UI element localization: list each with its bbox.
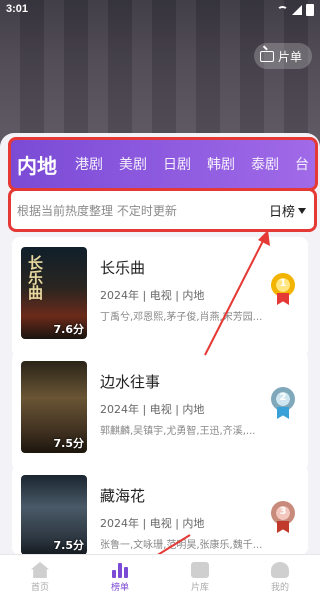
caret-down-icon	[298, 207, 306, 214]
bronze-medal-icon: 3	[270, 501, 296, 533]
tab-hk[interactable]: 港剧	[75, 154, 103, 174]
rank-number: 1	[279, 278, 287, 289]
tab-jp[interactable]: 日剧	[163, 154, 191, 174]
bottom-nav: 首页 榜单 片库 我的	[0, 554, 320, 600]
show-title: 长乐曲	[100, 259, 146, 277]
nav-library-label: 片库	[190, 583, 209, 593]
ranking-period-select[interactable]: 日榜	[269, 201, 306, 220]
poster-image: 7.5分	[21, 475, 87, 555]
status-icons	[277, 4, 314, 16]
poster-score: 7.5分	[53, 437, 85, 450]
nav-home[interactable]: 首页	[0, 555, 80, 600]
show-title: 边水往事	[100, 373, 161, 391]
ranking-card[interactable]: 长乐曲 7.6分 长乐曲 2024年 | 电视 | 内地 丁禹兮,邓恩熙,茅子俊…	[12, 237, 308, 357]
show-meta: 2024年 | 电视 | 内地	[100, 517, 205, 530]
silver-medal-icon: 2	[270, 387, 296, 419]
ranking-card[interactable]: 7.5分 边水往事 2024年 | 电视 | 内地 郭麒麟,吴镇宇,尤勇智,王迅…	[12, 351, 308, 471]
tab-kr[interactable]: 韩剧	[207, 154, 235, 174]
poster-image: 长乐曲 7.6分	[21, 247, 87, 339]
tab-th[interactable]: 泰剧	[251, 154, 279, 174]
tab-us[interactable]: 美剧	[119, 154, 147, 174]
library-icon	[191, 562, 209, 578]
rank-number: 3	[279, 506, 287, 517]
tab-mainland[interactable]: 内地	[17, 150, 57, 179]
filter-bar: 根据当前热度整理 不定时更新 日榜	[8, 188, 317, 232]
wifi-icon	[277, 5, 288, 15]
status-bar: 3:01	[0, 0, 320, 20]
poster-score: 7.5分	[53, 539, 85, 552]
nav-ranking[interactable]: 榜单	[80, 555, 160, 600]
nav-ranking-label: 榜单	[110, 583, 129, 593]
poster-image: 7.5分	[21, 361, 87, 453]
home-icon	[31, 562, 49, 578]
rank-number: 2	[279, 392, 287, 403]
poster-title: 长乐曲	[26, 255, 44, 300]
tv-icon	[259, 50, 274, 62]
nav-home-label: 首页	[30, 583, 49, 593]
ranking-card[interactable]: 7.5分 藏海花 2024年 | 电视 | 内地 张鲁一,文咏珊,范明昊,张康乐…	[12, 465, 308, 555]
user-icon	[271, 562, 289, 578]
show-meta: 2024年 | 电视 | 内地	[100, 403, 205, 416]
nav-profile[interactable]: 我的	[240, 555, 320, 600]
chart-icon	[111, 562, 129, 578]
show-cast: 张鲁一,文咏珊,范明昊,张康乐,魏千...	[100, 540, 263, 551]
tab-tw[interactable]: 台	[295, 154, 309, 174]
poster-score: 7.6分	[53, 323, 85, 336]
nav-library[interactable]: 片库	[160, 555, 240, 600]
header-background	[0, 0, 320, 150]
nav-profile-label: 我的	[270, 583, 289, 593]
ranking-period-label: 日榜	[268, 205, 295, 220]
battery-icon	[306, 4, 314, 16]
show-meta: 2024年 | 电视 | 内地	[100, 289, 205, 302]
signal-icon	[292, 5, 302, 15]
show-cast: 郭麒麟,吴镇宇,尤勇智,王迅,齐溪,...	[100, 426, 256, 437]
show-title: 藏海花	[100, 487, 146, 505]
gold-medal-icon: 1	[270, 273, 296, 305]
piandan-button[interactable]: 片单	[253, 43, 312, 69]
status-time: 3:01	[6, 3, 29, 15]
piandan-label: 片单	[277, 49, 302, 64]
show-cast: 丁禹兮,邓恩熙,茅子俊,肖燕,宋芳园...	[100, 312, 263, 323]
filter-hint: 根据当前热度整理 不定时更新	[17, 204, 177, 218]
region-tabs: 内地 港剧 美剧 日剧 韩剧 泰剧 台	[8, 137, 318, 191]
